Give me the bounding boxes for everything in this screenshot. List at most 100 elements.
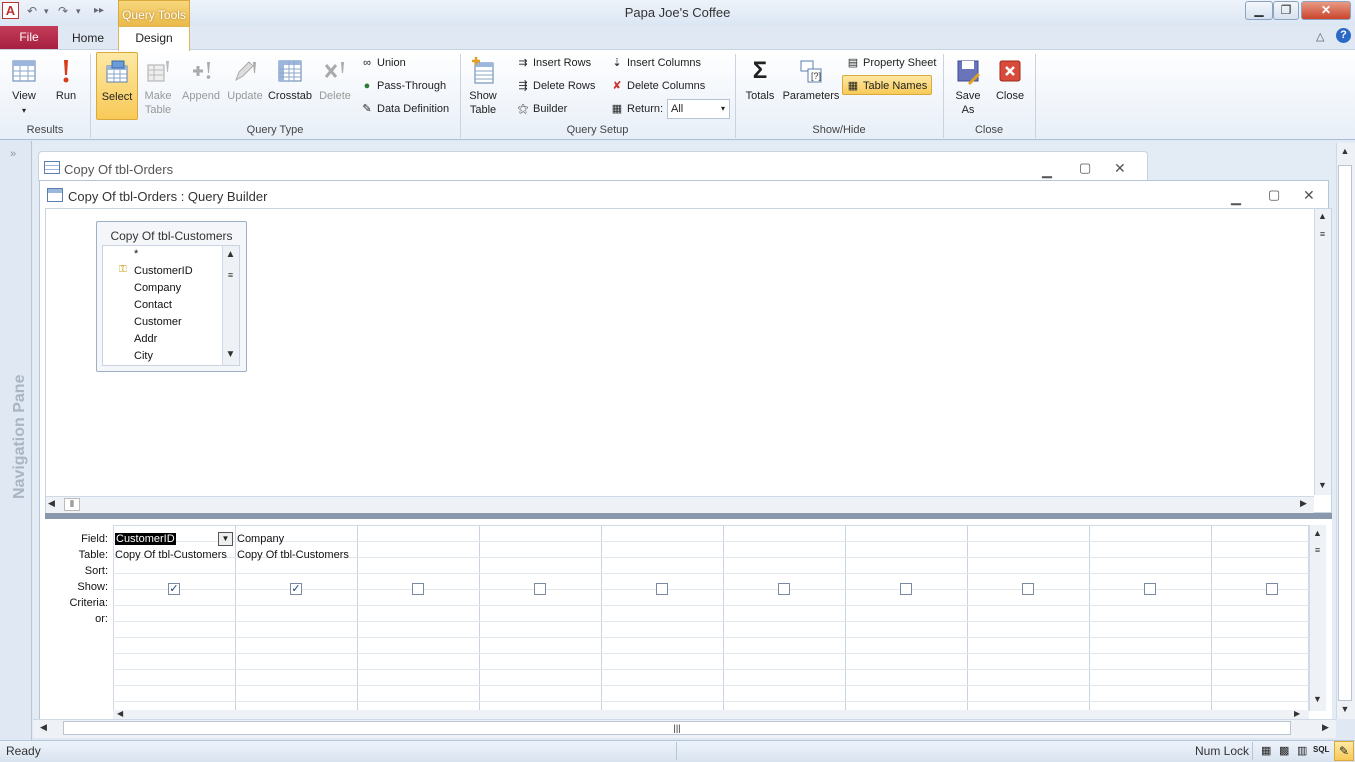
builder-button[interactable]: ⚝ Builder <box>516 99 568 119</box>
delete-columns-button[interactable]: ✘ Delete Columns <box>610 76 705 96</box>
field-contact[interactable]: Contact <box>134 299 172 311</box>
field-addr[interactable]: Addr <box>134 333 157 345</box>
minimize-ribbon-icon[interactable]: △ <box>1316 30 1324 43</box>
show-table-button[interactable]: Show Table <box>465 52 501 120</box>
scroll-right-icon[interactable]: ▶ <box>1300 498 1307 509</box>
builder-restore-icon[interactable]: ▢ <box>1268 187 1280 203</box>
insert-columns-button[interactable]: ⇣ Insert Columns <box>610 53 701 73</box>
help-icon[interactable]: ? <box>1336 28 1351 43</box>
navigation-pane-label[interactable]: Navigation Pane <box>11 375 29 499</box>
run-button[interactable]: Run <box>50 52 82 120</box>
minimize-button[interactable]: ▁ <box>1245 1 1273 20</box>
scroll-down-icon[interactable]: ▼ <box>224 349 237 360</box>
parameters-button[interactable]: [?] Parameters <box>782 52 840 120</box>
pivotchart-view-icon[interactable]: ▥ <box>1297 744 1307 757</box>
redo-icon[interactable]: ↷ <box>58 3 68 19</box>
field-customerid[interactable]: CustomerID <box>134 265 193 277</box>
view-dropdown-icon[interactable]: ▾ <box>22 106 26 115</box>
save-as-button[interactable]: Save As <box>950 52 986 120</box>
scroll-up-icon[interactable]: ▲ <box>224 249 237 260</box>
scroll-up-icon[interactable]: ▲ <box>1311 528 1324 538</box>
scroll-thumb-icon[interactable]: ≡ <box>224 270 237 280</box>
data-definition-button[interactable]: ✎ Data Definition <box>360 99 449 119</box>
outer-restore-icon[interactable]: ▢ <box>1079 160 1091 176</box>
close-window-button[interactable]: ✕ <box>1301 1 1351 20</box>
totals-button[interactable]: Σ Totals <box>742 52 778 120</box>
scroll-left-icon[interactable]: ◀ <box>117 709 123 718</box>
field-all[interactable]: * <box>134 248 138 260</box>
union-button[interactable]: ∞ Union <box>360 53 406 73</box>
tab-design[interactable]: Design <box>118 26 190 51</box>
datasheet-view-icon[interactable]: ▦ <box>1261 744 1271 757</box>
delete-rows-button[interactable]: ⇶ Delete Rows <box>516 76 595 96</box>
show-checkbox[interactable] <box>412 583 424 595</box>
builder-minimize-icon[interactable]: ▁ <box>1231 190 1241 206</box>
show-checkbox[interactable] <box>1266 583 1278 595</box>
tab-home[interactable]: Home <box>62 29 114 49</box>
return-combo[interactable]: All ▾ <box>667 99 730 119</box>
append-button[interactable]: Append <box>180 52 222 120</box>
show-checkbox[interactable]: ✓ <box>290 583 302 595</box>
undo-dropdown-icon[interactable]: ▾ <box>44 3 49 19</box>
grid-table-cell[interactable]: Copy Of tbl-Customers <box>115 549 233 561</box>
table-pane-vscrollbar[interactable] <box>1314 209 1331 495</box>
scroll-thumb-icon[interactable] <box>1338 165 1352 701</box>
show-checkbox[interactable] <box>656 583 668 595</box>
grid-table-cell[interactable]: Copy Of tbl-Customers <box>237 549 355 561</box>
scroll-thumb-icon[interactable]: ||| <box>63 721 1291 735</box>
table-names-button[interactable]: ▦ Table Names <box>842 75 932 95</box>
grid-field-cell[interactable]: Company <box>237 533 355 545</box>
scroll-up-icon[interactable]: ▲ <box>1316 211 1329 221</box>
table-pane-hscrollbar[interactable] <box>46 496 1314 513</box>
crosstab-button[interactable]: Crosstab <box>267 52 313 120</box>
scroll-down-icon[interactable]: ▼ <box>1316 480 1329 490</box>
select-query-button[interactable]: Select <box>96 52 138 120</box>
grid-hscrollbar[interactable] <box>113 710 1309 719</box>
sql-view-icon[interactable]: SQL <box>1313 745 1329 754</box>
table-field-list-title[interactable]: Copy Of tbl-Customers <box>96 229 247 243</box>
scroll-down-icon[interactable]: ▼ <box>1338 704 1352 714</box>
chevron-down-icon[interactable]: ▾ <box>721 100 725 118</box>
builder-close-icon[interactable]: ✕ <box>1303 187 1315 204</box>
undo-icon[interactable]: ↶ <box>27 3 37 19</box>
restore-button[interactable]: ❐ <box>1273 1 1299 20</box>
scroll-thumb-icon[interactable]: ≡ <box>1316 229 1329 239</box>
show-checkbox[interactable] <box>1022 583 1034 595</box>
field-city[interactable]: City <box>134 350 153 362</box>
scroll-thumb-icon[interactable]: ⦀ <box>64 498 80 511</box>
show-checkbox[interactable]: ✓ <box>168 583 180 595</box>
scroll-thumb-icon[interactable]: ≡ <box>1311 545 1324 555</box>
pivottable-view-icon[interactable]: ▩ <box>1279 744 1289 757</box>
scroll-left-icon[interactable]: ◀ <box>40 722 47 733</box>
grid-field-cell[interactable]: CustomerID <box>115 533 233 547</box>
show-checkbox[interactable] <box>900 583 912 595</box>
access-app-icon[interactable]: A <box>2 2 19 19</box>
customize-toolbar-icon[interactable]: ▸▸ <box>94 3 104 19</box>
field-customer[interactable]: Customer <box>134 316 182 328</box>
make-table-button[interactable]: Make Table <box>141 52 175 120</box>
insert-rows-button[interactable]: ⇉ Insert Rows <box>516 53 591 73</box>
tab-file[interactable]: File <box>0 26 58 49</box>
delete-query-button[interactable]: Delete <box>316 52 354 120</box>
view-button[interactable]: View ▾ <box>6 52 42 120</box>
scroll-up-icon[interactable]: ▲ <box>1338 146 1352 156</box>
field-dropdown-arrow-icon[interactable]: ▼ <box>218 532 233 546</box>
design-view-icon[interactable]: ✎ <box>1334 741 1354 761</box>
property-sheet-button[interactable]: ▤ Property Sheet <box>846 53 937 73</box>
scroll-left-icon[interactable]: ◀ <box>48 498 55 509</box>
redo-dropdown-icon[interactable]: ▾ <box>76 3 81 19</box>
outer-close-icon[interactable]: ✕ <box>1114 160 1126 177</box>
show-checkbox[interactable] <box>778 583 790 595</box>
show-checkbox[interactable] <box>1144 583 1156 595</box>
show-checkbox[interactable] <box>534 583 546 595</box>
pass-through-button[interactable]: ● Pass-Through <box>360 76 446 96</box>
scroll-down-icon[interactable]: ▼ <box>1311 694 1324 704</box>
expand-nav-pane-icon[interactable]: » <box>10 148 16 160</box>
close-object-button[interactable]: Close <box>992 52 1028 120</box>
update-button[interactable]: Update <box>225 52 265 120</box>
scroll-right-icon[interactable]: ▶ <box>1294 709 1300 718</box>
scroll-right-icon[interactable]: ▶ <box>1322 722 1329 733</box>
outer-minimize-icon[interactable]: ▁ <box>1042 163 1052 179</box>
field-list-scrollbar[interactable] <box>222 246 239 365</box>
field-company[interactable]: Company <box>134 282 181 294</box>
